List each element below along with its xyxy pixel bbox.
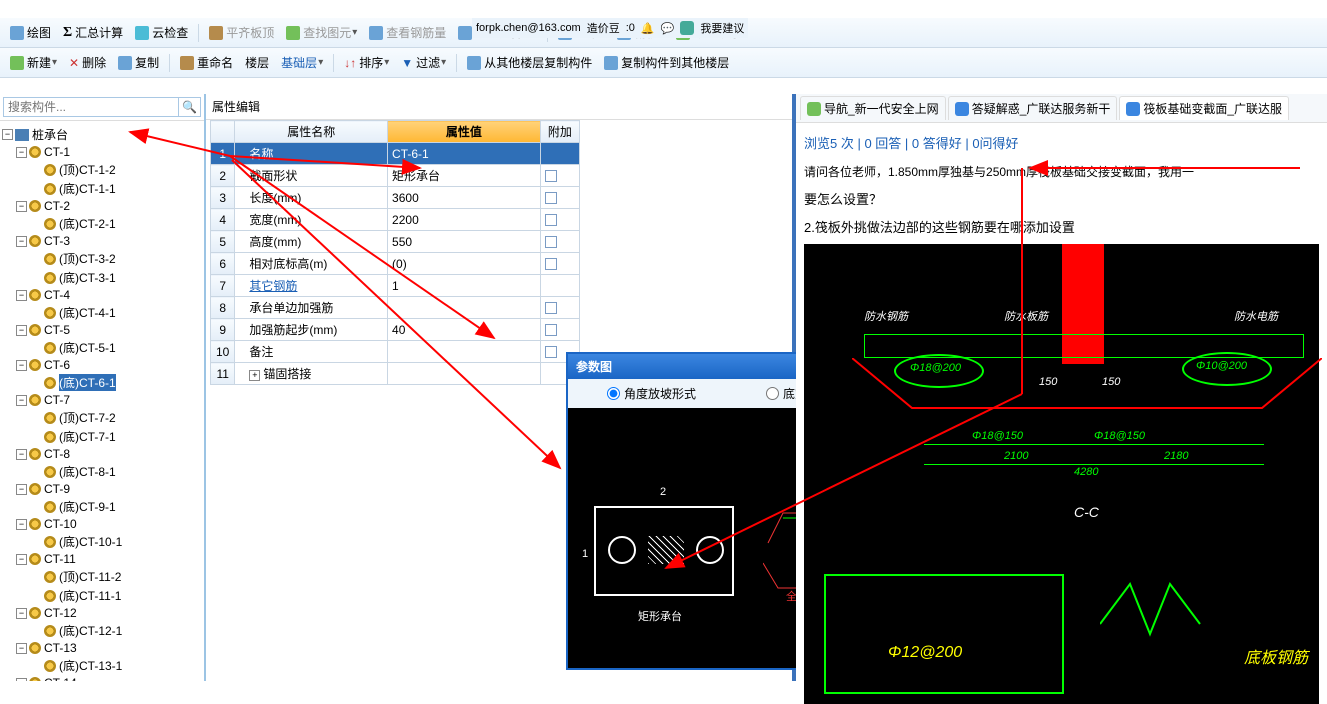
search-input[interactable] [3,97,179,117]
tree-group[interactable]: −CT-1 [2,144,202,160]
tree-group[interactable]: −CT-3 [2,233,202,249]
bean-label: 造价豆 [587,20,620,36]
tree-group[interactable]: −CT-13 [2,640,202,656]
tree-group[interactable]: −CT-11 [2,551,202,567]
slope-angle-radio[interactable]: 角度放坡形式 [607,385,696,402]
new-button[interactable]: 新建▾ [6,52,61,73]
view-steel-button[interactable]: 查看钢筋量 [365,22,450,43]
tree-item[interactable]: (顶)CT-3-2 [2,249,202,268]
tree-group[interactable]: −CT-8 [2,446,202,462]
tree-item[interactable]: (底)CT-12-1 [2,621,202,640]
property-title: 属性编辑 [206,94,792,120]
tree-item[interactable]: (底)CT-11-1 [2,586,202,605]
tree-group[interactable]: −CT-6 [2,357,202,373]
property-row[interactable]: 6相对底标高(m)(0) [211,253,580,275]
tree-item[interactable]: (顶)CT-1-2 [2,160,202,179]
property-row[interactable]: 7其它钢筋1 [211,275,580,297]
tree-item[interactable]: (底)CT-1-1 [2,179,202,198]
property-row[interactable]: 10备注 [211,341,580,363]
copy-button[interactable]: 复制 [114,52,163,73]
tree-group[interactable]: −CT-4 [2,287,202,303]
cloud-check-button[interactable]: 云检查 [131,22,192,43]
property-pane: 属性编辑 属性名称属性值附加1名称CT-6-12截面形状矩形承台3长度(mm)3… [206,94,796,681]
draw-button[interactable]: 绘图 [6,22,55,43]
browser-pane: 导航_新一代安全上网答疑解惑_广联达服务新干筏板基础变截面_广联达服 浏览5 次… [796,94,1327,681]
speech-icon[interactable]: 💬 [661,22,675,35]
browser-tab[interactable]: 导航_新一代安全上网 [800,96,946,120]
property-row[interactable]: 5高度(mm)550 [211,231,580,253]
property-table[interactable]: 属性名称属性值附加1名称CT-6-12截面形状矩形承台3长度(mm)36004宽… [210,120,580,385]
status-bar: forpk.chen@163.com 造价豆 :0 🔔 💬 我要建议 [472,18,748,38]
floor-button[interactable]: 楼层 [241,52,273,73]
tree-item[interactable]: (底)CT-5-1 [2,338,202,357]
tree-group[interactable]: −CT-7 [2,392,202,408]
find-elem-button[interactable]: 查找图元▾ [282,22,361,43]
user-email: forpk.chen@163.com [476,22,581,34]
property-row[interactable]: 2截面形状矩形承台 [211,165,580,187]
copy-from-floor-button[interactable]: 从其他楼层复制构件 [463,52,596,73]
tree-item[interactable]: (底)CT-6-1 [2,373,202,392]
suggest-link[interactable]: 我要建议 [700,20,744,36]
question-line1: 请问各位老师，1.850mm厚独基与250mm厚筏板基础交接变截面，我用一 [796,158,1327,186]
bean-count: :0 [626,22,635,34]
question-line1b: 要怎么设置？ [796,186,1327,214]
component-tree[interactable]: −桩承台−CT-1(顶)CT-1-2(底)CT-1-1−CT-2(底)CT-2-… [0,121,204,681]
tree-group[interactable]: −CT-10 [2,516,202,532]
tree-item[interactable]: (底)CT-9-1 [2,497,202,516]
tree-item[interactable]: (底)CT-10-1 [2,532,202,551]
delete-button[interactable]: ✕删除 [65,52,110,73]
property-row[interactable]: 1名称CT-6-1 [211,143,580,165]
tree-item[interactable]: (底)CT-13-1 [2,656,202,675]
tree-group[interactable]: −CT-2 [2,198,202,214]
toolbar-edit: 新建▾ ✕删除 复制 重命名 楼层 基础层▾ ↓↑排序▾ ▼过滤▾ 从其他楼层复… [0,48,1327,78]
property-row[interactable]: 9加强筋起步(mm)40 [211,319,580,341]
search-icon[interactable]: 🔍 [179,97,201,117]
left-tree-pane: 🔍 −桩承台−CT-1(顶)CT-1-2(底)CT-1-1−CT-2(底)CT-… [0,94,206,681]
copy-to-floor-button[interactable]: 复制构件到其他楼层 [600,52,733,73]
tree-item[interactable]: (底)CT-2-1 [2,214,202,233]
tree-item[interactable]: (底)CT-3-1 [2,268,202,287]
browser-tab[interactable]: 答疑解惑_广联达服务新干 [948,96,1118,120]
sort-button[interactable]: ↓↑排序▾ [340,52,393,73]
tree-group[interactable]: −CT-9 [2,481,202,497]
batch-calc-button[interactable]: Σ汇总计算 [59,22,127,43]
property-row[interactable]: 4宽度(mm)2200 [211,209,580,231]
browser-tabs: 导航_新一代安全上网答疑解惑_广联达服务新干筏板基础变截面_广联达服 [796,94,1327,123]
property-row[interactable]: 8承台单边加强筋 [211,297,580,319]
qa-stats: 浏览5 次 | 0 回答 | 0 答得好 | 0问得好 [796,123,1327,158]
property-row[interactable]: 3长度(mm)3600 [211,187,580,209]
property-row[interactable]: 11+锚固搭接 [211,363,580,385]
tree-group[interactable]: −CT-14 [2,675,202,681]
base-layer-select[interactable]: 基础层▾ [277,52,327,73]
browser-tab[interactable]: 筏板基础变截面_广联达服 [1119,96,1289,120]
cad-drawing: Φ18@200 Φ10@200 150 150 防水钢筋 防水板筋 防水电筋 Φ… [804,244,1319,704]
filter-button[interactable]: ▼过滤▾ [397,52,450,73]
tree-group[interactable]: −CT-12 [2,605,202,621]
tree-item[interactable]: (顶)CT-11-2 [2,567,202,586]
tree-item[interactable]: (底)CT-4-1 [2,303,202,322]
tree-item[interactable]: (底)CT-8-1 [2,462,202,481]
rename-button[interactable]: 重命名 [176,52,237,73]
tree-item[interactable]: (顶)CT-7-2 [2,408,202,427]
tree-item[interactable]: (底)CT-7-1 [2,427,202,446]
flat-top-button[interactable]: 平齐板顶 [205,22,278,43]
question-line2: 2.筏板外挑做法边部的这些钢筋要在哪添加设置 [796,213,1327,240]
tree-group[interactable]: −CT-5 [2,322,202,338]
bell-icon[interactable]: 🔔 [641,22,655,35]
user-icon [680,21,694,35]
